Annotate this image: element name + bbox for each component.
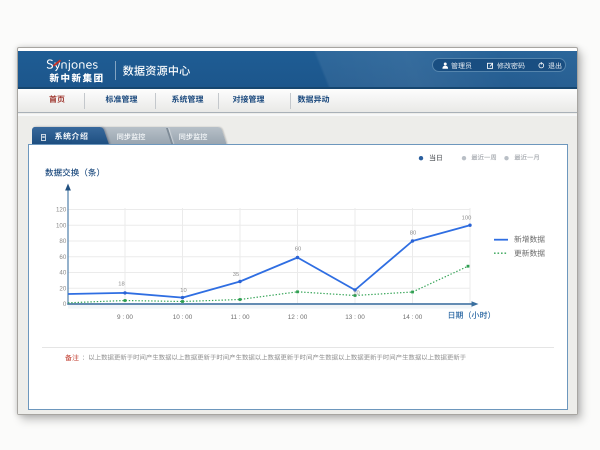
svg-text:80: 80 bbox=[59, 238, 66, 245]
svg-text:100: 100 bbox=[56, 222, 67, 229]
svg-text:18: 18 bbox=[118, 281, 124, 287]
svg-text:100: 100 bbox=[462, 215, 472, 221]
svg-text:60: 60 bbox=[59, 253, 66, 260]
svg-text:12 : 00: 12 : 00 bbox=[288, 314, 308, 321]
svg-text:120: 120 bbox=[56, 206, 67, 213]
svg-text:40: 40 bbox=[59, 269, 66, 276]
svg-text:9 : 00: 9 : 00 bbox=[117, 314, 133, 321]
svg-text:35: 35 bbox=[233, 272, 239, 278]
svg-text:11 : 00: 11 : 00 bbox=[230, 314, 250, 321]
svg-text:10: 10 bbox=[180, 288, 186, 294]
svg-text:0: 0 bbox=[63, 301, 67, 308]
svg-text:80: 80 bbox=[410, 230, 416, 236]
svg-text:10 : 00: 10 : 00 bbox=[173, 314, 193, 321]
svg-text:13 : 00: 13 : 00 bbox=[345, 314, 365, 321]
svg-text:60: 60 bbox=[295, 246, 301, 252]
svg-text:14 : 00: 14 : 00 bbox=[403, 314, 423, 321]
svg-text:10: 10 bbox=[353, 290, 359, 296]
svg-text:20: 20 bbox=[59, 285, 66, 292]
